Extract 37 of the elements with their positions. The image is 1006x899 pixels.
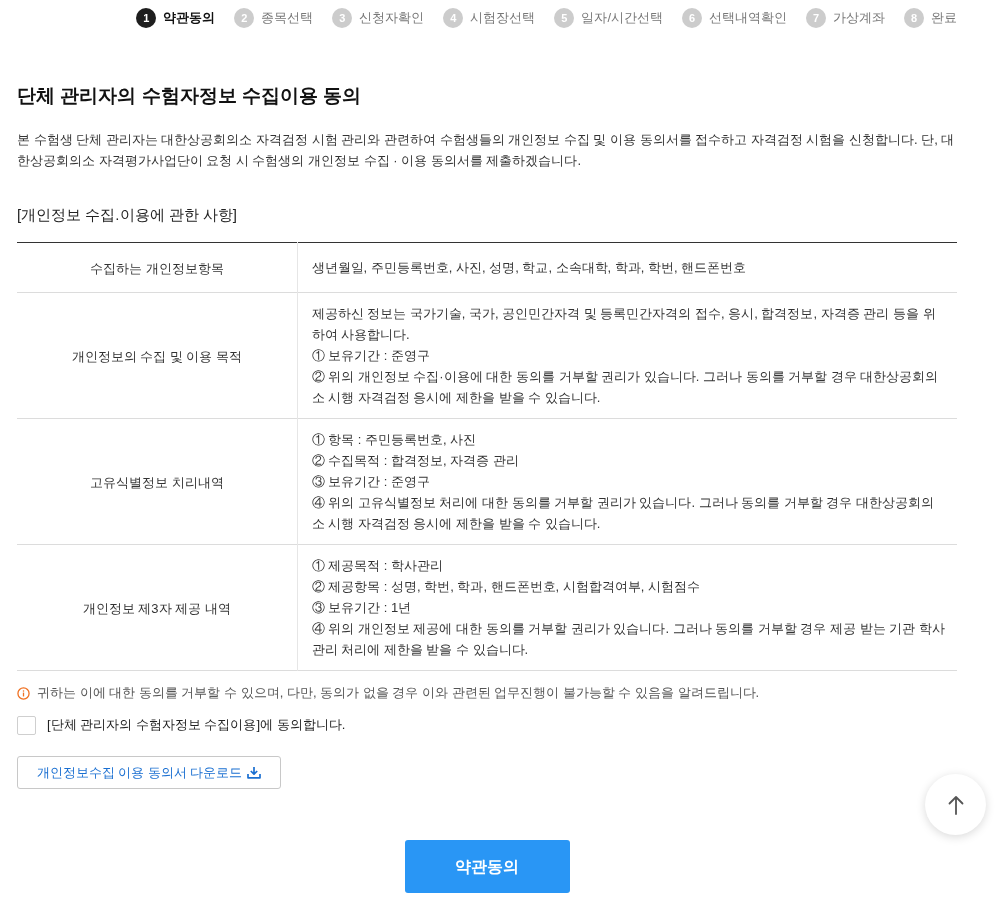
step-label: 일자/시간선택	[581, 9, 663, 28]
download-icon	[247, 766, 262, 779]
detail-text: ④ 위의 개인정보 제공에 대한 동의를 거부할 권리가 있습니다. 그러나 동의를 거부할 경우 제공 받는 기관 학사관리 처리에 제한을 받을 수 있습니다.	[311, 620, 945, 659]
download-button[interactable]: 개인정보수집 이용 동의서 다운로드	[17, 756, 281, 789]
step-label: 종목선택	[261, 9, 314, 28]
step-label: 완료	[931, 9, 957, 28]
page-title: 단체 관리자의 수험자정보 수집이용 동의	[17, 84, 362, 108]
detail-text: ② 수집목적 : 합격정보, 자격증 관리	[311, 452, 520, 470]
consent-label[interactable]: [단체 관리자의 수험자정보 수집이용]에 동의합니다.	[47, 715, 346, 735]
detail-text: 생년월일, 주민등록번호, 사진, 성명, 학교, 소속대학, 학과, 학번, 핸드폰번호	[311, 259, 748, 277]
row-heading: 수집하는 개인정보항목	[89, 260, 224, 276]
detail-text: ④ 위의 고유식별정보 처리에 대한 동의를 거부할 권리가 있습니다. 그러나 동의를 거부할 경우 대한상공회의소 시행 자격검정 응시에 제한을 받을 수 있습니다.	[311, 494, 936, 533]
agree-button[interactable]: 약관동의	[404, 840, 570, 893]
arrow-up-icon	[947, 794, 964, 815]
detail-text: ② 위의 개인정보 수집·이용에 대한 동의를 거부할 권리가 있습니다. 그러나 동의를 거부할 경우 대한상공회의소 시행 자격검정 응시에 제한을 받을 수 있습니다.	[311, 368, 940, 407]
detail-text: 제공하신 정보는 국가기술, 국가, 공인민간자격 및 등록민간자격의 접수, 응시, 합격정보, 자격증 관리 등을 위하여 사용합니다.	[311, 305, 937, 344]
section-heading: [개인정보 수집.이용에 관한 사항]	[17, 205, 237, 225]
detail-text: ③ 보유기간 : 1년	[311, 599, 413, 617]
detail-text: ① 보유기간 : 준영구	[311, 347, 431, 365]
step-number: 1	[136, 8, 157, 28]
row-heading: 개인정보의 수집 및 이용 목적	[71, 348, 242, 364]
consent-checkbox[interactable]	[17, 715, 36, 735]
scroll-top-button[interactable]	[925, 774, 986, 835]
step-label: 신청자확인	[359, 9, 425, 28]
step-label: 가상계좌	[833, 9, 885, 28]
step-label: 선택내역확인	[709, 9, 787, 28]
detail-text: ① 제공목적 : 학사관리	[311, 557, 444, 575]
row-heading: 고유식별정보 치리내역	[89, 474, 224, 490]
intro-paragraph: 본 수험생 단체 관리자는 대한상공회의소 자격검정 시험 관리와 관련하여 수험생들의 개인정보 수집 및 이용 동의서를 접수하고 자격검정 시험을 신청합니다. 단, 대한상공회의소 자격평가사업단이 요청 시 수험생의 개인정보 수집 · 이용 동의서를 제출하겠습니다.	[17, 131, 956, 170]
detail-text: ② 제공항목 : 성명, 학번, 학과, 핸드폰번호, 시험합격여부, 시험점수	[311, 578, 702, 596]
row-heading: 개인정보 제3자 제공 내역	[82, 600, 231, 616]
step-label: 약관동의	[163, 9, 216, 28]
step-label: 시험장선택	[470, 9, 536, 28]
detail-text: ③ 보유기간 : 준영구	[311, 473, 431, 491]
detail-text: ① 항목 : 주민등록번호, 사진	[311, 431, 478, 449]
info-icon	[17, 686, 30, 700]
notice-text: 귀하는 이에 대한 동의를 거부할 수 있으며, 다만, 동의가 없을 경우 이와 관련된 업무진행이 불가능할 수 있음을 알려드립니다.	[37, 684, 760, 703]
